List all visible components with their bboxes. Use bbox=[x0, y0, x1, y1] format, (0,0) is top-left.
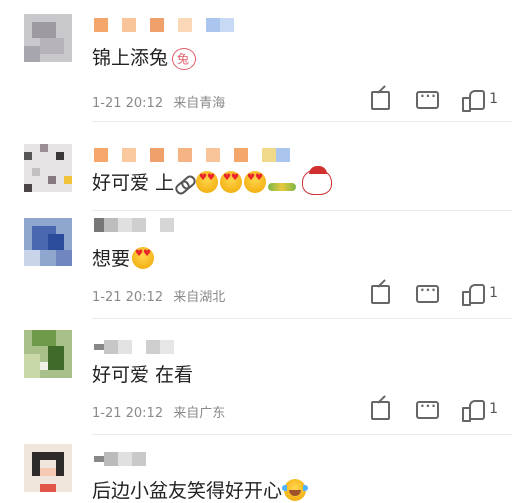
heart-eyes-emoji-icon bbox=[132, 247, 155, 269]
share-icon[interactable] bbox=[369, 88, 391, 110]
rabbit-sticker-icon bbox=[168, 42, 198, 70]
heart-eyes-emoji-icon bbox=[244, 171, 267, 193]
comment-actions: 1 bbox=[345, 88, 498, 112]
comment-item: 锦上添兔 1-21 20:12 来自青海 1 bbox=[0, 0, 512, 122]
like-icon[interactable] bbox=[461, 88, 486, 112]
avatar[interactable] bbox=[24, 330, 72, 378]
reply-icon[interactable] bbox=[415, 282, 440, 304]
username-redacted[interactable] bbox=[94, 148, 290, 162]
divider bbox=[92, 434, 512, 435]
comment-text: 想要 bbox=[92, 244, 155, 271]
comment-item: 想要 1-21 20:12 来自湖北 1 bbox=[0, 212, 512, 320]
comment-meta: 1-21 20:12 来自广东 bbox=[92, 402, 225, 421]
username-redacted[interactable] bbox=[94, 340, 174, 354]
link-icon bbox=[174, 174, 194, 192]
reply-icon[interactable] bbox=[415, 88, 440, 110]
like-icon[interactable] bbox=[461, 282, 486, 306]
like-icon[interactable] bbox=[461, 398, 486, 422]
share-icon[interactable] bbox=[369, 282, 391, 304]
like-count: 1 bbox=[489, 401, 498, 417]
like-count: 1 bbox=[489, 91, 498, 107]
username-redacted[interactable] bbox=[94, 452, 146, 466]
comment-actions: 1 bbox=[345, 282, 498, 306]
comment-time: 1-21 20:12 bbox=[92, 96, 164, 111]
heart-eyes-emoji-icon bbox=[220, 171, 243, 193]
comment-feed: 锦上添兔 1-21 20:12 来自青海 1 bbox=[0, 0, 512, 503]
username-redacted[interactable] bbox=[94, 218, 174, 232]
heart-eyes-emoji-icon bbox=[196, 171, 219, 193]
divider bbox=[92, 210, 512, 211]
christmas-sticker-icon bbox=[266, 166, 338, 195]
comment-meta: 1-21 20:12 来自湖北 bbox=[92, 286, 225, 305]
laugh-cry-emoji-icon bbox=[282, 479, 309, 501]
reply-icon[interactable] bbox=[415, 398, 440, 420]
comment-meta: 1-21 20:12 来自青海 bbox=[92, 92, 225, 111]
avatar[interactable] bbox=[24, 218, 72, 266]
comment-item: 好可爱 上 bbox=[0, 122, 512, 212]
comment-item: 后边小盆友笑得好开心 bbox=[0, 436, 512, 503]
like-count: 1 bbox=[489, 285, 498, 301]
comment-location: 来自广东 bbox=[173, 406, 226, 421]
comment-text: 好可爱 在看 bbox=[92, 364, 194, 386]
comment-location: 来自湖北 bbox=[173, 290, 226, 305]
username-redacted[interactable] bbox=[94, 18, 234, 32]
divider bbox=[92, 318, 512, 319]
comment-time: 1-21 20:12 bbox=[92, 406, 164, 421]
share-icon[interactable] bbox=[369, 398, 391, 420]
comment-item: 好可爱 在看 1-21 20:12 来自广东 1 bbox=[0, 320, 512, 436]
comment-location: 来自青海 bbox=[173, 96, 226, 111]
comment-time: 1-21 20:12 bbox=[92, 290, 164, 305]
avatar[interactable] bbox=[24, 144, 72, 192]
comment-actions: 1 bbox=[345, 398, 498, 422]
comment-text: 后边小盆友笑得好开心 bbox=[92, 476, 309, 503]
avatar[interactable] bbox=[24, 444, 72, 492]
comment-text: 锦上添兔 bbox=[92, 42, 198, 70]
avatar[interactable] bbox=[24, 14, 72, 62]
comment-text: 好可爱 上 bbox=[92, 166, 338, 195]
